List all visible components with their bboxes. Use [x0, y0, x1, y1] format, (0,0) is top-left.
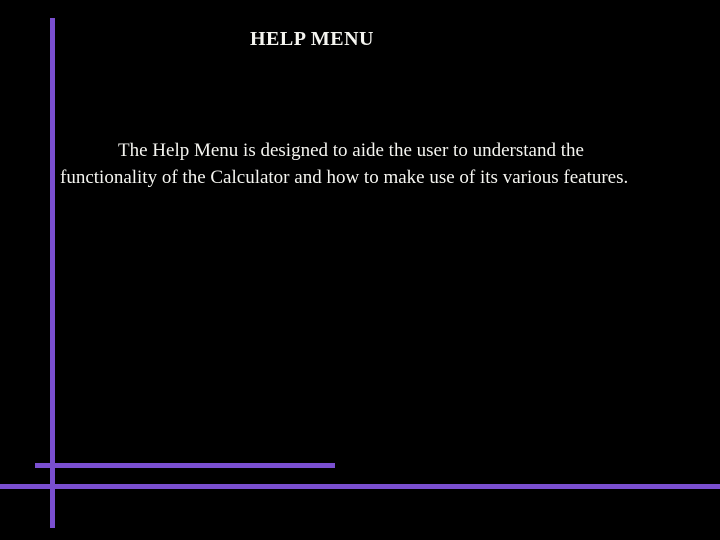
- decorative-vertical-line: [50, 18, 55, 528]
- slide-title: HELP MENU: [250, 28, 374, 51]
- slide-body-text: The Help Menu is designed to aide the us…: [60, 138, 680, 191]
- decorative-horizontal-line-full: [0, 484, 720, 489]
- decorative-horizontal-line-short: [35, 463, 335, 468]
